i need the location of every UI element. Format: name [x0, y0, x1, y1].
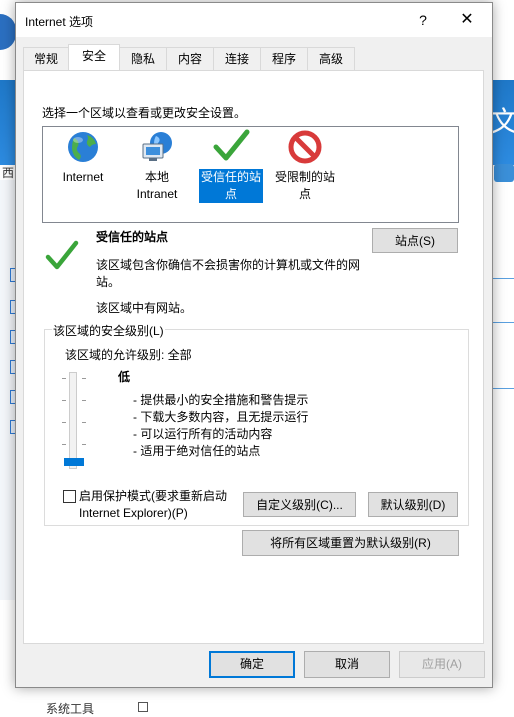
cancel-button[interactable]: 取消: [304, 651, 390, 678]
level-description-item: - 适用于绝对信任的站点: [133, 444, 261, 458]
selected-zone-name: 受信任的站点: [96, 230, 169, 244]
background-divider: [490, 388, 514, 389]
slider-tick: [62, 444, 66, 445]
zone-label: 受信任的站点: [199, 169, 263, 203]
slider-tick: [62, 422, 66, 423]
title-bar[interactable]: Internet 选项 ? ✕: [16, 3, 492, 37]
checkmark-icon: [44, 239, 80, 275]
tab-security[interactable]: 安全: [68, 44, 120, 70]
tab-general[interactable]: 常规: [23, 47, 69, 70]
security-panel: 选择一个区域以查看或更改安全设置。 Internet 本地 Intranet 受…: [23, 70, 484, 644]
security-level-group: 该区域的安全级别(L) 该区域的允许级别: 全部 低 - 提供最小的安全措施和警…: [44, 322, 469, 526]
help-button[interactable]: ?: [408, 9, 438, 31]
tab-connections[interactable]: 连接: [213, 47, 261, 70]
checkmark-icon: [211, 129, 251, 165]
slider-tick: [82, 400, 86, 401]
slider-tick: [62, 378, 66, 379]
sites-button[interactable]: 站点(S): [372, 228, 458, 253]
globe-icon: [63, 129, 103, 165]
zone-label: Internet: [62, 170, 104, 184]
zone-instruction: 选择一个区域以查看或更改安全设置。: [42, 106, 247, 120]
zone-internet[interactable]: Internet: [51, 129, 115, 186]
tab-programs[interactable]: 程序: [260, 47, 308, 70]
slider-thumb[interactable]: [64, 458, 84, 466]
security-level-slider[interactable]: [69, 372, 77, 469]
background-folder-icon: [494, 164, 514, 182]
zone-description: 该区域包含你确信不会损害你的计算机或文件的网站。: [96, 258, 361, 289]
reset-all-zones-button[interactable]: 将所有区域重置为默认级别(R): [242, 530, 459, 556]
level-description-item: - 提供最小的安全措施和警告提示: [133, 393, 309, 407]
background-divider: [490, 322, 514, 323]
allowed-levels-text: 该区域的允许级别: 全部: [65, 348, 192, 362]
dialog-title: Internet 选项: [25, 15, 94, 29]
internet-options-dialog: Internet 选项 ? ✕ 常规 安全 隐私 内容 连接 程序 高级 选择一…: [15, 2, 493, 688]
protected-mode-label[interactable]: 启用保护模式(要求重新启动 Internet Explorer)(P): [79, 488, 249, 522]
slider-tick: [82, 422, 86, 423]
zone-trusted-sites[interactable]: 受信任的站点: [199, 129, 263, 203]
background-sidebar-text: 西: [2, 166, 15, 180]
default-level-button[interactable]: 默认级别(D): [368, 492, 458, 517]
zone-list: Internet 本地 Intranet 受信任的站点 受限制的站点: [42, 126, 459, 223]
apply-button[interactable]: 应用(A): [399, 651, 485, 678]
prohibited-icon: [285, 129, 325, 165]
level-description-item: - 可以运行所有的活动内容: [133, 427, 273, 441]
security-level-label: 该区域的安全级别(L): [52, 322, 165, 339]
zone-local-intranet[interactable]: 本地 Intranet: [125, 129, 189, 203]
background-divider: [490, 278, 514, 279]
background-banner-text: 文: [490, 105, 514, 138]
slider-tick: [82, 444, 86, 445]
tab-content[interactable]: 内容: [166, 47, 214, 70]
tab-advanced[interactable]: 高级: [307, 47, 355, 70]
ok-button[interactable]: 确定: [209, 651, 295, 678]
zone-label: 本地 Intranet: [136, 170, 178, 201]
custom-level-button[interactable]: 自定义级别(C)...: [243, 492, 356, 517]
close-button[interactable]: ✕: [448, 9, 486, 31]
level-description-item: - 下载大多数内容，且无提示运行: [133, 410, 309, 424]
security-level-name: 低: [118, 370, 131, 384]
zone-restricted-sites[interactable]: 受限制的站点: [273, 129, 337, 203]
zone-label: 受限制的站点: [274, 170, 335, 201]
zone-has-sites-text: 该区域中有网站。: [96, 301, 193, 315]
tab-privacy[interactable]: 隐私: [119, 47, 167, 70]
slider-tick: [62, 400, 66, 401]
background-bottom-box: [138, 702, 148, 712]
slider-tick: [82, 378, 86, 379]
intranet-icon: [137, 129, 177, 165]
protected-mode-checkbox[interactable]: [63, 490, 76, 503]
protected-mode-text: 启用保护模式(要求重新启动 Internet Explorer)(P): [79, 489, 227, 520]
